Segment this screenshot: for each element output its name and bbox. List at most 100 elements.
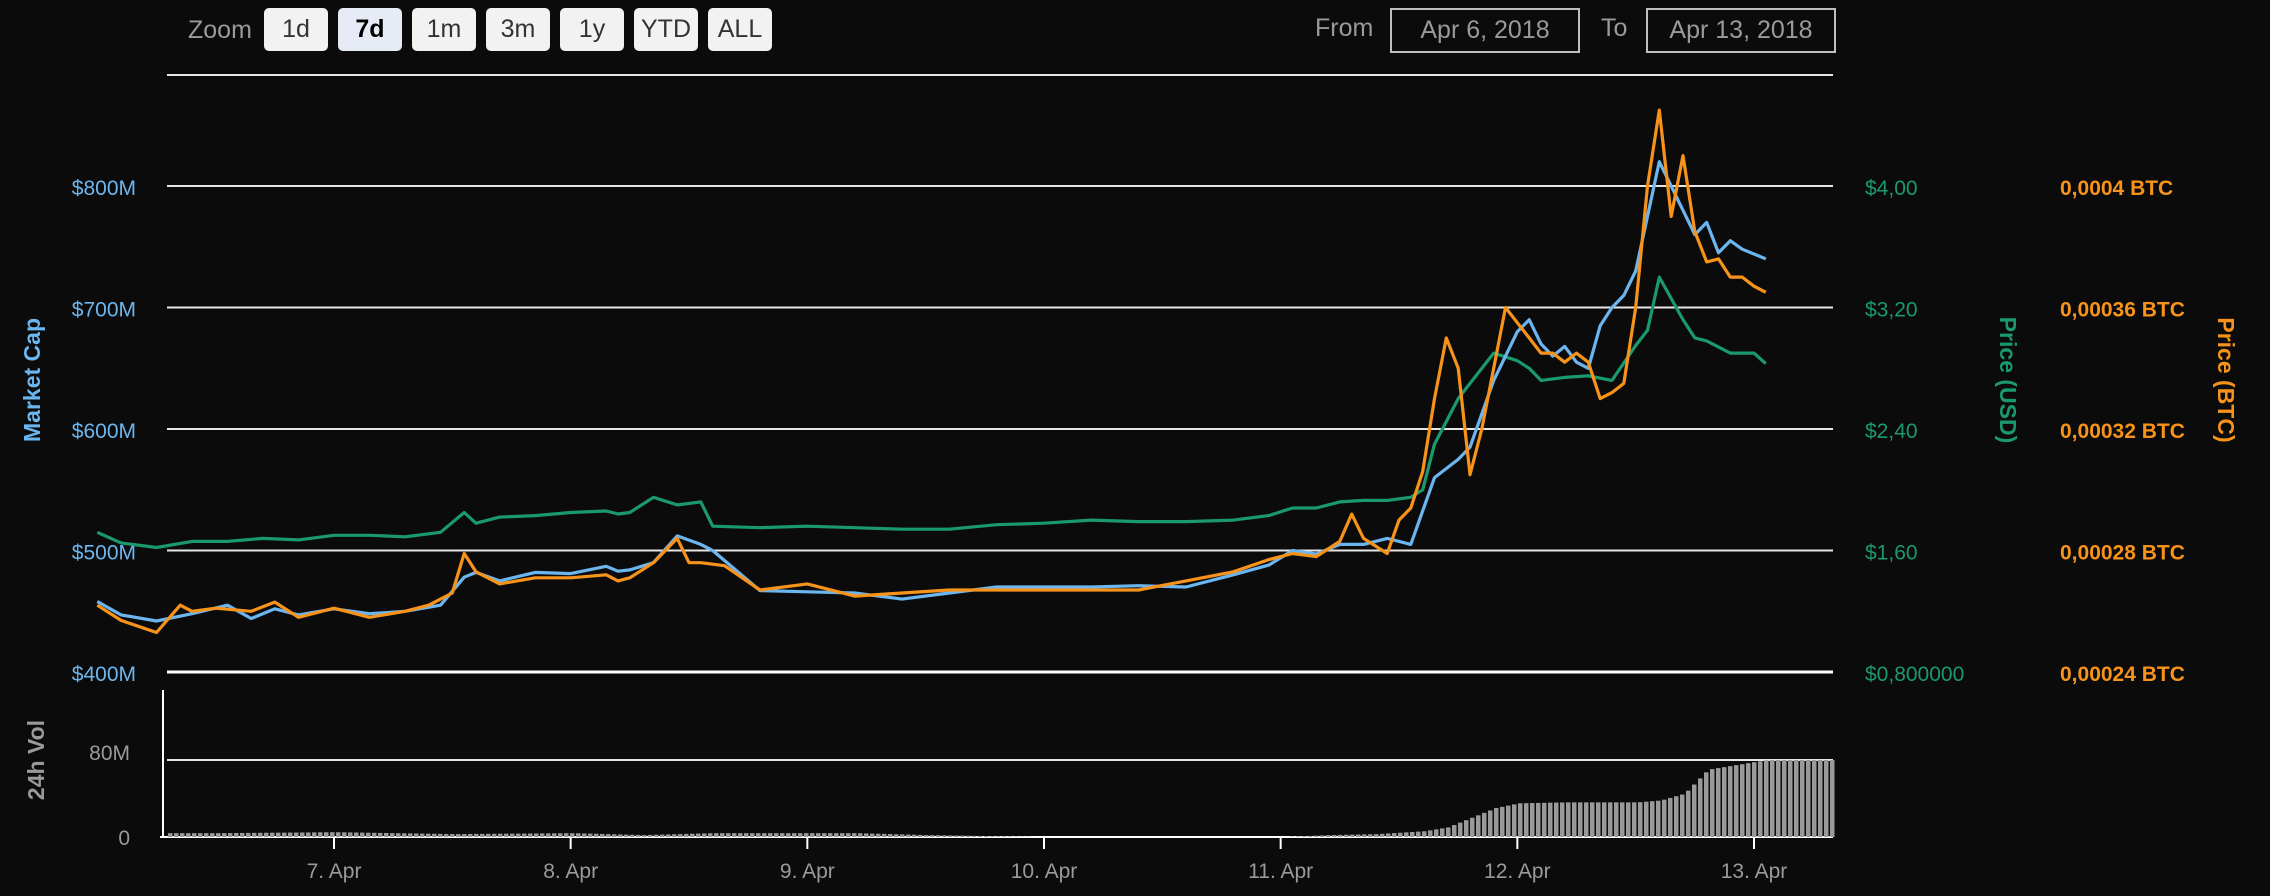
volume-bar: [1722, 767, 1727, 837]
volume-bar: [588, 833, 593, 837]
volume-bar: [648, 834, 653, 837]
volume-bar: [1758, 761, 1763, 837]
volume-bar: [828, 833, 833, 837]
volume-bar: [762, 833, 767, 837]
volume-bar: [708, 833, 713, 837]
volume-bar: [1734, 765, 1739, 837]
volume-bar: [810, 833, 815, 837]
volume-bar: [846, 833, 851, 837]
volume-bar: [210, 833, 215, 837]
volume-bar: [300, 832, 305, 837]
volume-tick-label: 0: [118, 827, 130, 850]
volume-bar: [966, 835, 971, 837]
series-line-price-usd: [96, 275, 1767, 550]
volume-bar: [924, 835, 929, 837]
volume-bar: [1506, 805, 1511, 837]
volume-bar: [744, 833, 749, 837]
volume-bar: [330, 832, 335, 837]
volume-bar: [702, 833, 707, 837]
volume-bar: [384, 833, 389, 837]
volume-bar: [1524, 803, 1529, 837]
volume-bar: [1410, 831, 1415, 837]
volume-bar: [432, 833, 437, 837]
volume-bar: [1782, 760, 1787, 837]
volume-bar: [264, 832, 269, 837]
market-cap-tick-label: $600M: [72, 420, 136, 443]
volume-bar: [276, 832, 281, 837]
volume-bar: [1428, 830, 1433, 837]
x-tick-label: 11. Apr: [1248, 860, 1313, 883]
volume-bar: [1752, 762, 1757, 837]
volume-bar: [1596, 802, 1601, 837]
series-line-market-cap: [96, 160, 1767, 623]
volume-bar: [540, 833, 545, 837]
volume-bar: [1404, 832, 1409, 837]
volume-bar: [990, 836, 995, 837]
price-usd-tick-label: $0,800000: [1865, 663, 1964, 686]
volume-bar: [504, 833, 509, 837]
volume-bar: [1494, 808, 1499, 837]
volume-bar: [888, 834, 893, 837]
price-usd-tick-label: $3,20: [1865, 299, 1918, 322]
volume-axis-title: 24h Vol: [23, 720, 49, 800]
volume-bar: [1794, 760, 1799, 837]
volume-bar: [408, 833, 413, 837]
volume-bar: [306, 832, 311, 837]
volume-bar: [1632, 802, 1637, 837]
volume-bar: [462, 834, 467, 837]
volume-bar: [732, 833, 737, 837]
volume-bar: [258, 832, 263, 837]
volume-bar: [756, 833, 761, 837]
volume-bar: [1362, 834, 1367, 837]
volume-bar: [1554, 802, 1559, 837]
series-line-price-btc: [96, 108, 1767, 635]
volume-bar: [174, 833, 179, 837]
volume-bar: [354, 832, 359, 837]
price-btc-tick-label: 0,00036 BTC: [2060, 299, 2185, 322]
volume-bar: [1662, 799, 1667, 837]
volume-bar: [786, 833, 791, 837]
volume-bar: [654, 834, 659, 837]
volume-bar: [900, 834, 905, 837]
volume-bar: [1746, 763, 1751, 837]
volume-bar: [1686, 790, 1691, 837]
volume-bar: [636, 834, 641, 837]
volume-bar: [1566, 802, 1571, 837]
volume-bar: [414, 833, 419, 837]
volume-bar: [912, 834, 917, 837]
volume-bar: [1476, 815, 1481, 837]
volume-bar: [312, 832, 317, 837]
volume-bar: [516, 833, 521, 837]
volume-bar: [870, 833, 875, 837]
volume-bar: [960, 835, 965, 837]
volume-bar: [1416, 831, 1421, 837]
volume-bar: [192, 833, 197, 837]
volume-bar: [1740, 764, 1745, 837]
volume-bar: [402, 833, 407, 837]
volume-bar: [1680, 794, 1685, 837]
coin-chart-page: Zoom 1d 7d 1m 3m 1y YTD ALL From Apr 6, …: [0, 0, 2270, 896]
volume-bar: [1590, 802, 1595, 837]
volume-tick-label: 80M: [89, 742, 130, 765]
volume-bar: [456, 834, 461, 837]
volume-bar: [852, 833, 857, 837]
volume-bar: [342, 832, 347, 837]
volume-bar: [726, 833, 731, 837]
volume-bar: [168, 833, 173, 837]
volume-bar: [180, 833, 185, 837]
volume-bar: [1620, 802, 1625, 837]
volume-bar: [246, 832, 251, 837]
volume-bar: [1572, 802, 1577, 837]
volume-bar: [738, 833, 743, 837]
volume-bar: [1692, 784, 1697, 837]
volume-bar: [498, 833, 503, 837]
volume-bar: [240, 832, 245, 837]
price-btc-tick-label: 0,00028 BTC: [2060, 542, 2185, 565]
volume-bar: [1806, 760, 1811, 837]
x-tick-label: 9. Apr: [780, 860, 835, 883]
volume-bar: [816, 833, 821, 837]
volume-bar: [750, 833, 755, 837]
volume-bar: [1470, 817, 1475, 837]
volume-bar: [1578, 802, 1583, 837]
volume-bar: [1308, 835, 1313, 837]
